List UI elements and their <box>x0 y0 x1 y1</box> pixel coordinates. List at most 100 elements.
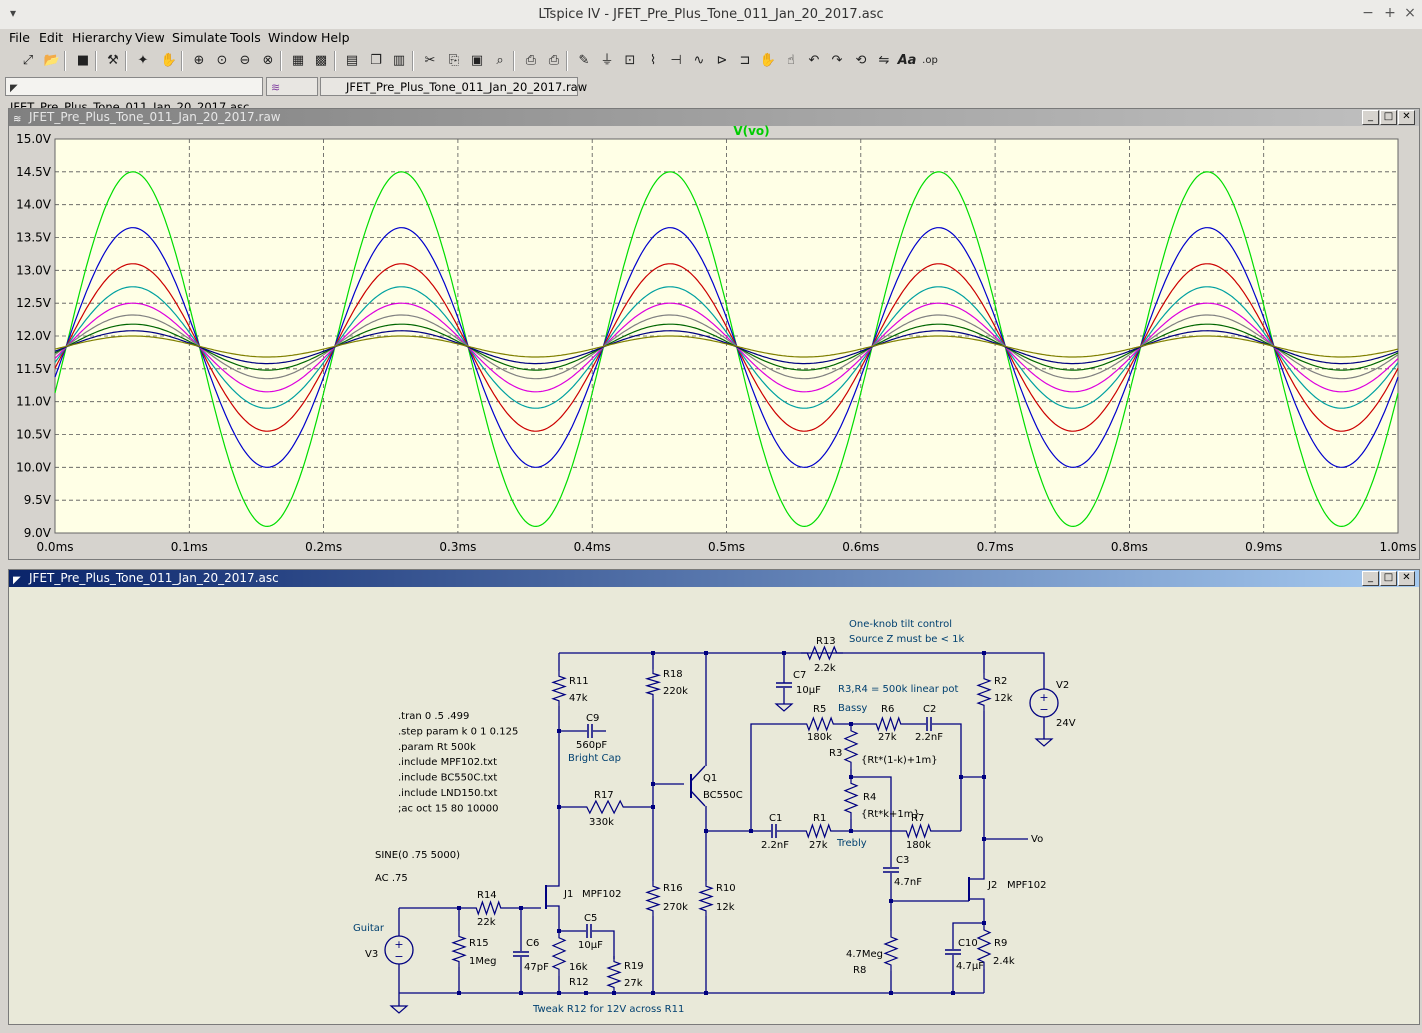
component-label: R16 <box>663 883 683 894</box>
menu-window[interactable]: Window <box>268 30 317 45</box>
resistor-symbol <box>871 716 906 732</box>
junction <box>651 991 655 995</box>
inductor-icon[interactable]: ∿ <box>689 51 709 71</box>
close-button[interactable]: × <box>1402 5 1418 21</box>
redo-icon[interactable]: ↷ <box>827 51 847 71</box>
junction <box>557 991 561 995</box>
wire <box>851 776 892 867</box>
resistor-symbol <box>551 671 567 706</box>
y-tick-label: 10.0V <box>16 460 52 474</box>
cut-icon[interactable]: ✂ <box>420 51 440 71</box>
open-icon[interactable]: 📂 <box>42 51 62 71</box>
mirror-icon[interactable]: ⇋ <box>874 51 894 71</box>
zoom-out-icon[interactable]: ⊖ <box>235 51 255 71</box>
component-value: 24V <box>1056 718 1076 729</box>
print-preview-icon[interactable]: ⎙ <box>521 51 541 71</box>
component-value: 180k <box>807 732 832 743</box>
resistor-symbol <box>551 931 567 976</box>
component-label: R11 <box>569 676 589 687</box>
tab-schematic[interactable]: ◤ JFET_Pre_Plus_Tone_011_Jan_20_2017.asc <box>5 77 263 114</box>
spice-directive: ;ac oct 15 80 10000 <box>398 803 499 814</box>
ground-icon[interactable]: ⏚ <box>597 51 617 71</box>
comment-text: Trebly <box>836 838 867 849</box>
resistor-symbol <box>801 645 843 661</box>
new-schematic-icon[interactable]: ⤢ <box>18 51 38 71</box>
component-icon[interactable]: ⊐ <box>735 51 755 71</box>
resistor-symbol <box>644 669 662 699</box>
component-label: R12 <box>569 977 589 988</box>
save-icon[interactable]: ■ <box>73 51 93 71</box>
label-net-icon[interactable]: ⊡ <box>620 51 640 71</box>
tile-vertical-icon[interactable]: ▥ <box>389 51 409 71</box>
drag-icon[interactable]: ☝ <box>781 51 801 71</box>
zoom-full-icon[interactable]: ⊙ <box>212 51 232 71</box>
menu-view[interactable]: View <box>135 30 165 45</box>
y-tick-label: 12.0V <box>16 329 52 343</box>
menu-help[interactable]: Help <box>321 30 350 45</box>
resistor-symbol <box>843 777 859 819</box>
minimize-button[interactable]: − <box>1360 5 1376 21</box>
component-value: 22k <box>477 917 496 928</box>
schematic-tab-icon: ◤ <box>10 83 18 94</box>
component-value: 2.2k <box>814 663 836 674</box>
component-label: R18 <box>663 669 683 680</box>
undo-icon[interactable]: ↶ <box>804 51 824 71</box>
tab-waveform[interactable]: ≋ <box>266 77 318 96</box>
junction <box>704 991 708 995</box>
cascade-icon[interactable]: ❐ <box>366 51 386 71</box>
diode-icon[interactable]: ⊳ <box>712 51 732 71</box>
toolbar-separator <box>513 51 515 71</box>
comment-text: One-knob tilt control <box>849 619 952 630</box>
menu-hierarchy[interactable]: Hierarchy <box>72 30 132 45</box>
net-label: Vo <box>1031 834 1043 845</box>
component-value: 270k <box>663 902 688 913</box>
capacitor-icon[interactable]: ⊣ <box>666 51 686 71</box>
maximize-button[interactable]: + <box>1382 5 1398 21</box>
run-icon[interactable]: ✦ <box>133 51 153 71</box>
component-value: 47k <box>569 693 588 704</box>
halt-icon[interactable]: ✋ <box>159 51 179 71</box>
resistor-symbol <box>698 881 714 916</box>
waveform-plot[interactable]: 0.0ms 0.1ms 0.2ms 0.3ms 0.4ms 0.5ms 0.6ms 0.7ms… <box>9 109 1419 559</box>
x-tick-label: 0.0ms <box>36 540 73 554</box>
component-value: 10µF <box>796 685 821 696</box>
grid-icon[interactable]: ▩ <box>311 51 331 71</box>
text-icon[interactable]: Aa <box>897 51 917 71</box>
zoom-in-icon[interactable]: ⊕ <box>189 51 209 71</box>
schematic-canvas[interactable]: .tran 0 .5 .499 .step param k 0 1 0.125 .p… <box>9 570 1419 1024</box>
menu-file[interactable]: File <box>9 30 30 45</box>
x-tick-label: 0.4ms <box>574 540 611 554</box>
tab-raw[interactable]: JFET_Pre_Plus_Tone_011_Jan_20_2017.raw <box>320 77 587 96</box>
resistor-symbol <box>883 931 899 971</box>
move-icon[interactable]: ✋ <box>758 51 778 71</box>
tile-horizontal-icon[interactable]: ▤ <box>342 51 362 71</box>
draw-wire-icon[interactable]: ✎ <box>574 51 594 71</box>
x-tick-label: 0.3ms <box>439 540 476 554</box>
menu-edit[interactable]: Edit <box>39 30 63 45</box>
component-value: 330k <box>589 817 614 828</box>
autorange-icon[interactable]: ▦ <box>288 51 308 71</box>
spice-directive-icon[interactable]: .op <box>920 51 940 71</box>
menu-tools[interactable]: Tools <box>230 30 261 45</box>
component-value: 16k <box>569 962 588 973</box>
x-tick-label: 1.0ms <box>1379 540 1416 554</box>
zoom-cancel-icon[interactable]: ⊗ <box>258 51 278 71</box>
spice-directive: .include BC550C.txt <box>398 773 497 784</box>
menu-simulate[interactable]: Simulate <box>172 30 227 45</box>
paste-icon[interactable]: ▣ <box>467 51 487 71</box>
toolbar-separator <box>181 51 183 71</box>
toolbar-separator <box>334 51 336 71</box>
copy-icon[interactable]: ⎘ <box>444 51 464 71</box>
title-bar: ▾ LTspice IV - JFET_Pre_Plus_Tone_011_Ja… <box>0 0 1422 30</box>
resistor-icon[interactable]: ⌇ <box>643 51 663 71</box>
component-value: 27k <box>624 978 643 989</box>
wire <box>546 881 560 887</box>
y-tick-label: 11.5V <box>16 362 52 376</box>
component-value: 220k <box>663 686 688 697</box>
toolbar: ⤢ 📂 ■ ⚒ ✦ ✋ ⊕ ⊙ ⊖ ⊗ ▦ ▩ ▤ ❐ ▥ ✂ ⎘ ▣ ⌕ ⎙ ⎙ ✎ ⏚ ⊡ ⌇ ⊣ ∿ ⊳ ⊐ ✋ ☝ ↶ ↷ ⟲ ⇋ Aa .op <box>0 47 1422 75</box>
print-icon[interactable]: ⎙ <box>544 51 564 71</box>
find-icon[interactable]: ⌕ <box>490 51 510 71</box>
wire <box>546 905 560 931</box>
control-panel-icon[interactable]: ⚒ <box>103 51 123 71</box>
rotate-icon[interactable]: ⟲ <box>851 51 871 71</box>
